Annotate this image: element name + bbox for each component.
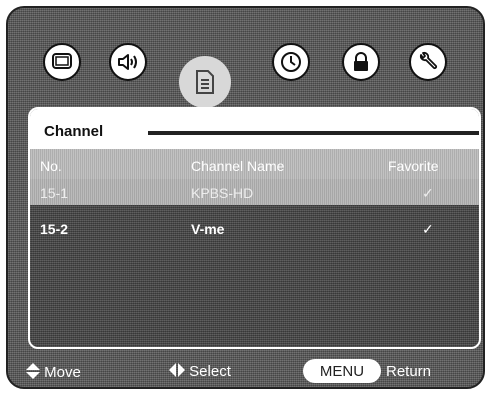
channel-list-icon[interactable] bbox=[179, 56, 231, 108]
table-row-selected[interactable]: 15-2 V-me ✓ bbox=[30, 215, 479, 241]
return-label: Return bbox=[386, 363, 432, 380]
channel-panel: Channel No. Channel Name Favorite 15-1 K… bbox=[28, 107, 481, 349]
clock-icon[interactable] bbox=[272, 43, 310, 81]
page-title: Channel bbox=[44, 123, 104, 140]
footer-hints: Move Select Return bbox=[8, 354, 483, 384]
title-divider bbox=[148, 131, 479, 135]
favorite-check-icon[interactable]: ✓ bbox=[422, 185, 434, 202]
channel-menu-screen: Channel No. Channel Name Favorite 15-1 K… bbox=[6, 6, 485, 389]
table-row[interactable]: 15-1 KPBS-HD ✓ bbox=[30, 179, 479, 205]
channel-name: V-me bbox=[191, 221, 225, 237]
left-right-arrows-icon bbox=[169, 363, 185, 377]
select-hint: Select bbox=[169, 363, 231, 380]
menu-button[interactable]: MENU bbox=[303, 359, 381, 383]
up-down-arrows-icon bbox=[26, 363, 40, 379]
channel-name: KPBS-HD bbox=[191, 185, 254, 201]
move-label: Move bbox=[44, 364, 81, 381]
table-header: No. Channel Name Favorite bbox=[30, 149, 479, 179]
favorite-check-icon[interactable]: ✓ bbox=[422, 221, 434, 238]
select-label: Select bbox=[189, 363, 231, 380]
channel-number: 15-2 bbox=[40, 221, 69, 237]
column-header-favorite: Favorite bbox=[388, 158, 439, 174]
column-header-channel-name: Channel Name bbox=[191, 158, 285, 174]
setup-wrench-icon[interactable] bbox=[409, 43, 447, 81]
picture-icon[interactable] bbox=[43, 43, 81, 81]
panel-header: Channel bbox=[30, 109, 479, 149]
channel-number: 15-1 bbox=[40, 185, 69, 201]
move-hint: Move bbox=[26, 363, 81, 381]
audio-icon[interactable] bbox=[109, 43, 147, 81]
lock-icon[interactable] bbox=[342, 43, 380, 81]
column-header-no: No. bbox=[40, 158, 62, 174]
